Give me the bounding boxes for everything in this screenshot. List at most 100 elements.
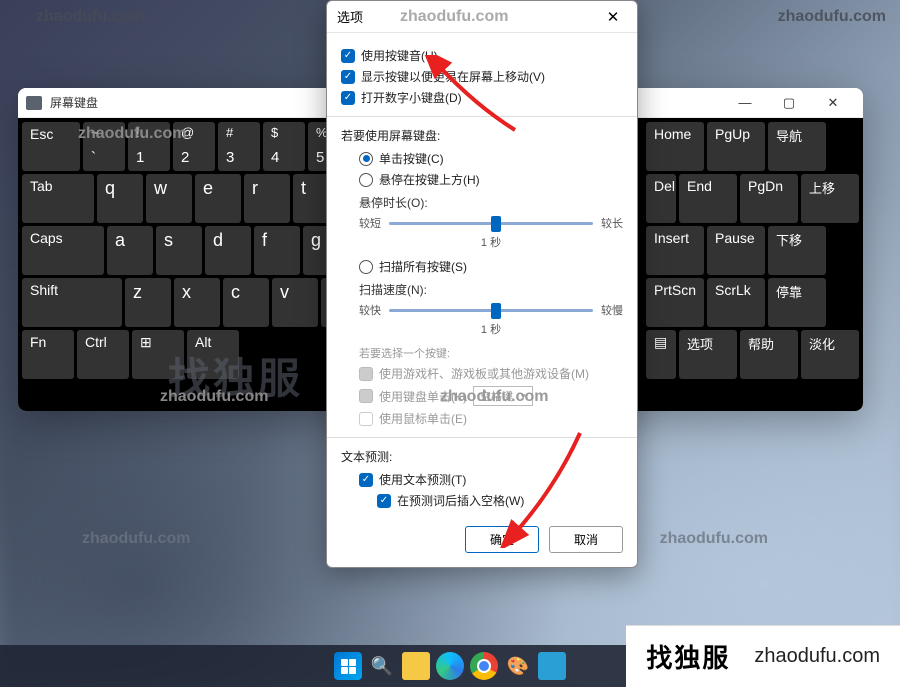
label: 使用按键音(U) <box>361 47 438 64</box>
check-icon: ✓ <box>377 494 391 508</box>
key-pgup[interactable]: PgUp <box>707 122 765 171</box>
key-淡化[interactable]: 淡化 <box>801 330 859 379</box>
key-d[interactable]: d <box>205 226 251 275</box>
key-4[interactable]: $4 <box>263 122 305 171</box>
check-icon <box>359 389 373 403</box>
radio-icon <box>359 173 373 187</box>
radio-scan-keys[interactable]: 扫描所有按键(S) <box>359 258 623 275</box>
key-3[interactable]: #3 <box>218 122 260 171</box>
key-pgdn[interactable]: PgDn <box>740 174 798 223</box>
key-停靠[interactable]: 停靠 <box>768 278 826 327</box>
dialog-title: 选项 <box>337 7 599 26</box>
dialog-close-button[interactable]: ✕ <box>599 3 627 31</box>
checkbox-numpad[interactable]: ✓ 打开数字小键盘(D) <box>341 89 623 106</box>
checkbox-mouse-click: 使用鼠标单击(E) <box>359 410 623 427</box>
key-选项[interactable]: 选项 <box>679 330 737 379</box>
label: 显示按键以便更易在屏幕上移动(V) <box>361 68 545 85</box>
key-end[interactable]: End <box>679 174 737 223</box>
checkbox-text-predict[interactable]: ✓ 使用文本预测(T) <box>359 471 623 488</box>
key-z[interactable]: z <box>125 278 171 327</box>
chrome-icon[interactable] <box>470 652 498 680</box>
explorer-icon[interactable] <box>402 652 430 680</box>
hover-time-value: 1 秒 <box>359 234 623 250</box>
key-del[interactable]: Del <box>646 174 676 223</box>
key-esc[interactable]: Esc <box>22 122 80 171</box>
hover-time-slider <box>389 214 593 232</box>
key-c[interactable]: c <box>223 278 269 327</box>
key-w[interactable]: w <box>146 174 192 223</box>
label: 使用游戏杆、游戏板或其他游戏设备(M) <box>379 365 589 382</box>
key-▤[interactable]: ▤ <box>646 330 676 379</box>
key-r[interactable]: r <box>244 174 290 223</box>
key-2[interactable]: @2 <box>173 122 215 171</box>
search-icon[interactable]: 🔍 <box>368 652 396 680</box>
paint-icon[interactable]: 🎨 <box>504 652 532 680</box>
key-prtscn[interactable]: PrtScn <box>646 278 704 327</box>
checkbox-joystick: 使用游戏杆、游戏板或其他游戏设备(M) <box>359 365 623 382</box>
check-icon: ✓ <box>359 473 373 487</box>
key-q[interactable]: q <box>97 174 143 223</box>
dialog-footer: 确定 取消 <box>327 518 637 567</box>
label: 扫描所有按键(S) <box>379 258 467 275</box>
label: 悬停在按键上方(H) <box>379 171 480 188</box>
key-home[interactable]: Home <box>646 122 704 171</box>
checkbox-kb-click: 使用键盘单击(K) 空格键 <box>359 386 623 406</box>
key-下移[interactable]: 下移 <box>768 226 826 275</box>
label: 打开数字小键盘(D) <box>361 89 462 106</box>
checkbox-insert-space[interactable]: ✓ 在预测词后插入空格(W) <box>377 492 623 509</box>
key-上移[interactable]: 上移 <box>801 174 859 223</box>
dialog-titlebar[interactable]: 选项 ✕ <box>327 1 637 33</box>
dialog-body: ✓ 使用按键音(U) ✓ 显示按键以便更易在屏幕上移动(V) ✓ 打开数字小键盘… <box>327 33 637 518</box>
app-icon[interactable] <box>538 652 566 680</box>
key-ctrl[interactable]: Ctrl <box>77 330 129 379</box>
scan-speed-label: 扫描速度(N): <box>359 281 623 298</box>
osk-app-icon <box>26 96 42 110</box>
key-f[interactable]: f <box>254 226 300 275</box>
check-icon: ✓ <box>341 70 355 84</box>
key-s[interactable]: s <box>156 226 202 275</box>
radio-click-keys[interactable]: 单击按键(C) <box>359 150 623 167</box>
check-icon <box>359 412 373 426</box>
key-tab[interactable]: Tab <box>22 174 94 223</box>
ok-button[interactable]: 确定 <box>465 526 539 553</box>
key-pause[interactable]: Pause <box>707 226 765 275</box>
label: 使用键盘单击(K) <box>379 388 467 405</box>
key-⊞[interactable]: ⊞ <box>132 330 184 379</box>
radio-hover-keys[interactable]: 悬停在按键上方(H) <box>359 171 623 188</box>
options-dialog: 选项 ✕ ✓ 使用按键音(U) ✓ 显示按键以便更易在屏幕上移动(V) ✓ 打开… <box>326 0 638 568</box>
radio-icon <box>359 152 373 166</box>
scan-speed-slider <box>389 301 593 319</box>
maximize-button[interactable]: ▢ <box>767 89 811 117</box>
key-1[interactable]: !1 <box>128 122 170 171</box>
key-`[interactable]: ~` <box>83 122 125 171</box>
checkbox-key-sound[interactable]: ✓ 使用按键音(U) <box>341 47 623 64</box>
key-scrlk[interactable]: ScrLk <box>707 278 765 327</box>
key-insert[interactable]: Insert <box>646 226 704 275</box>
checkbox-show-keys[interactable]: ✓ 显示按键以便更易在屏幕上移动(V) <box>341 68 623 85</box>
label: 在预测词后插入空格(W) <box>397 492 524 509</box>
key-帮助[interactable]: 帮助 <box>740 330 798 379</box>
slider-min-label: 较短 <box>359 215 381 231</box>
key-v[interactable]: v <box>272 278 318 327</box>
key-导航[interactable]: 导航 <box>768 122 826 171</box>
minimize-button[interactable]: — <box>723 89 767 117</box>
key-a[interactable]: a <box>107 226 153 275</box>
key-alt[interactable]: Alt <box>187 330 239 379</box>
section-use-osk: 若要使用屏幕键盘: <box>341 127 623 144</box>
key-x[interactable]: x <box>174 278 220 327</box>
hover-time-label: 悬停时长(O): <box>359 194 623 211</box>
key-caps[interactable]: Caps <box>22 226 104 275</box>
cancel-button[interactable]: 取消 <box>549 526 623 553</box>
check-icon: ✓ <box>341 49 355 63</box>
key-shift[interactable]: Shift <box>22 278 122 327</box>
key-e[interactable]: e <box>195 174 241 223</box>
brand-watermark: 找独服 zhaodufu.com <box>626 625 900 687</box>
start-button[interactable] <box>334 652 362 680</box>
key-fn[interactable]: Fn <box>22 330 74 379</box>
label: 单击按键(C) <box>379 150 444 167</box>
edge-icon[interactable] <box>436 652 464 680</box>
brand-cn: 找独服 <box>646 638 730 675</box>
slider-max-label: 较慢 <box>601 302 623 318</box>
check-icon <box>359 367 373 381</box>
close-button[interactable]: ✕ <box>811 89 855 117</box>
